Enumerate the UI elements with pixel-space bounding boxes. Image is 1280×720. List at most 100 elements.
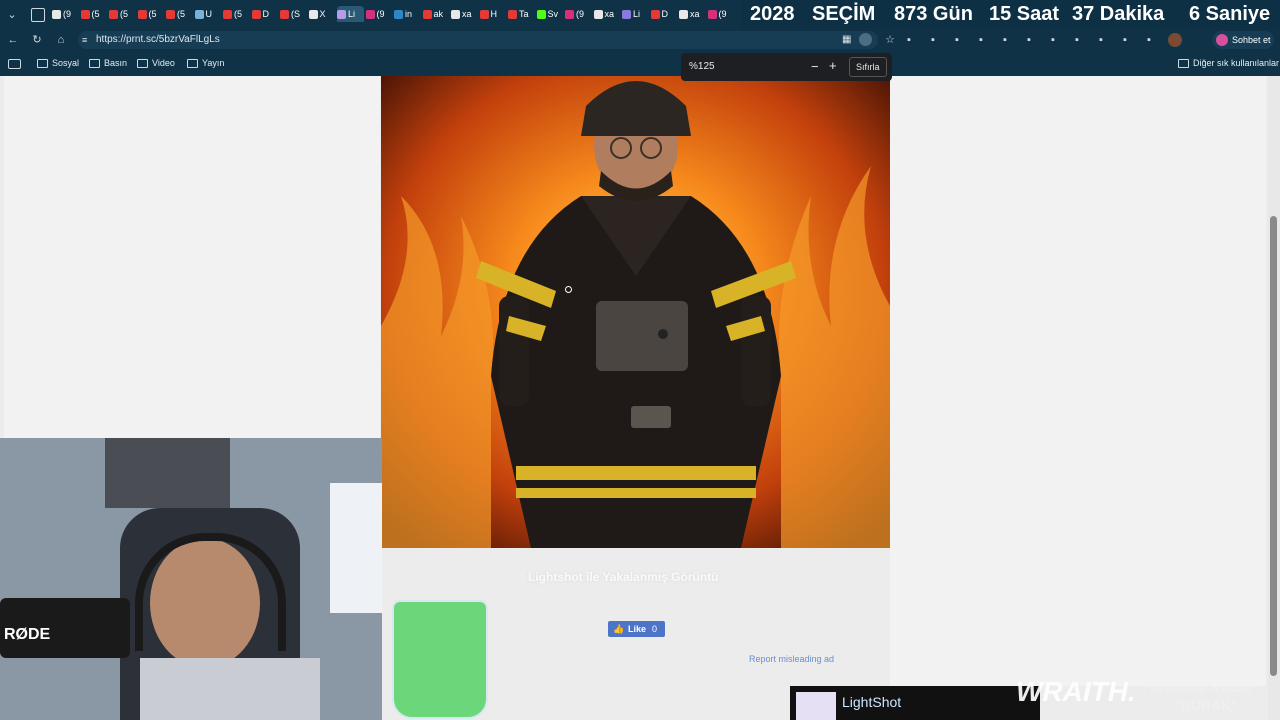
workspaces-icon[interactable] [31, 8, 45, 22]
browser-tab[interactable]: Li [337, 6, 364, 22]
browser-tab[interactable]: D [251, 6, 279, 22]
browser-tab[interactable]: Li [622, 6, 649, 22]
bookmark-yayin[interactable]: Yayın [187, 51, 224, 76]
kick-icon [536, 10, 546, 20]
countdown-minutes: 37 Dakika [1072, 3, 1165, 25]
browser-tab[interactable]: (5 [166, 6, 193, 22]
x-icon [308, 10, 318, 20]
browser-tab[interactable]: (5 [109, 6, 136, 22]
browser-tab[interactable]: (9 [52, 6, 79, 22]
browser-tab[interactable]: H [479, 6, 507, 22]
bookmark-basin[interactable]: Basın [89, 51, 127, 76]
tab-actions-button[interactable]: ⌄ [5, 8, 19, 22]
browser-tab[interactable]: (9 [707, 6, 735, 22]
mic-brand-label: RØDE [4, 626, 51, 643]
bookmark-video[interactable]: Video [137, 51, 175, 76]
extension-4-icon[interactable]: ▪ [974, 33, 988, 47]
browser-tab[interactable]: xa [451, 6, 478, 22]
copilot-icon [1216, 34, 1228, 46]
address-bar[interactable]: ≡ https://prnt.sc/5bzrVaFlLgLs ▦ [78, 31, 878, 49]
browser-tab[interactable]: (5 [223, 6, 250, 22]
youtube-icon [280, 10, 289, 20]
youtube-icon [166, 10, 175, 20]
tab-label: H [490, 9, 498, 19]
site-info-icon[interactable]: ≡ [82, 31, 87, 49]
browser-tab[interactable]: in [394, 6, 421, 22]
browser-tab[interactable]: X [308, 6, 336, 22]
browser-tab[interactable]: Ta [508, 6, 535, 22]
pen-icon [622, 10, 631, 20]
lightshot-label: LightShot [842, 694, 902, 710]
screenshot-image [381, 76, 890, 548]
profile-avatar[interactable] [1168, 33, 1182, 47]
zoom-indicator-icon[interactable] [859, 33, 872, 46]
folder-icon [137, 59, 148, 69]
report-ad-link[interactable]: Report misleading ad [749, 654, 834, 664]
bookmark-label: Video [152, 58, 175, 68]
lightshot-banner[interactable]: LightShot [790, 686, 1040, 720]
extensions-puzzle-icon[interactable]: ▪ [1070, 33, 1084, 47]
tab-label: U [205, 9, 213, 19]
bookmark-label: Basın [104, 58, 128, 68]
ad-container-icon [392, 600, 488, 719]
browser-tab[interactable]: (5 [137, 6, 165, 22]
thumbs-up-icon: 👍 [613, 624, 625, 634]
other-bookmarks[interactable]: Diğer sık kullanılanlar [1178, 51, 1279, 76]
lightshot-footer-area: Lightshot ile Yakalanmış Görüntü 👍 Like … [382, 548, 1040, 720]
collections-icon[interactable]: ▪ [1118, 33, 1132, 47]
x-icon [451, 10, 460, 20]
favorite-star-icon[interactable]: ☆ [883, 33, 897, 47]
tab-label: X [319, 9, 326, 19]
zoom-reset-button[interactable]: Sıfırla [849, 57, 887, 77]
browser-tab[interactable]: (9 [365, 6, 393, 22]
copilot-button[interactable]: Sohbet et [1212, 31, 1274, 49]
streamer-shirt [140, 658, 320, 720]
zoom-popup: %125 − + Sıfırla [681, 53, 892, 81]
tab-label: Sv [547, 9, 559, 19]
browser-tab[interactable]: D [650, 6, 678, 22]
tab-label: (5 [234, 9, 243, 19]
split-view-icon[interactable]: ▪ [1046, 33, 1060, 47]
x-icon [52, 10, 61, 20]
extension-3-icon[interactable]: ▪ [950, 33, 964, 47]
countdown-hours: 15 Saat [989, 3, 1060, 25]
extension-2-icon[interactable]: ▪ [926, 33, 940, 47]
scrollbar-thumb[interactable] [1270, 216, 1277, 676]
favorites-icon[interactable]: ▪ [1094, 33, 1108, 47]
youtube-icon [422, 10, 432, 20]
tab-label: (9 [376, 9, 385, 19]
page-background-left [4, 76, 380, 438]
facebook-like-button[interactable]: 👍 Like 0 [608, 621, 665, 637]
reload-icon[interactable]: ↻ [30, 33, 44, 47]
tab-label: D [661, 9, 669, 19]
browser-essentials-icon[interactable]: ▪ [1142, 33, 1156, 47]
x-icon [593, 10, 603, 20]
tab-label: Li [348, 9, 356, 19]
reading-view-icon[interactable] [8, 59, 21, 69]
browser-tab[interactable]: Sv [536, 6, 564, 22]
browser-tab[interactable]: (5 [80, 6, 108, 22]
bookmarks-bar: Sosyal Basın Video Yayın Diğer sık kulla… [0, 51, 1280, 76]
folder-icon [37, 59, 48, 69]
browser-tab[interactable]: xa [593, 6, 621, 22]
extension-1-icon[interactable]: ▪ [902, 33, 916, 47]
browser-tab[interactable]: ak [422, 6, 450, 22]
back-icon[interactable]: ← [6, 33, 20, 47]
tab-label: (5 [120, 9, 129, 19]
extension-5-icon[interactable]: ▪ [998, 33, 1012, 47]
browser-tab[interactable]: (9 [565, 6, 592, 22]
zoom-in-button[interactable]: + [829, 58, 837, 73]
browser-tab[interactable]: xa [679, 6, 706, 22]
youtube-icon [251, 10, 261, 20]
zoom-out-button[interactable]: − [811, 59, 819, 74]
browser-tab[interactable]: (S [280, 6, 307, 22]
bookmark-sosyal[interactable]: Sosyal [37, 51, 79, 76]
browser-tab[interactable]: U [194, 6, 222, 22]
refresh-extension-icon[interactable]: ▪ [1022, 33, 1036, 47]
countdown-year: 2028 [750, 3, 795, 25]
tab-label: (5 [177, 9, 186, 19]
sponsor-overlay: WRAITH. İNDİRİM KODU "BURAK" [1010, 674, 1280, 720]
page-scrollbar[interactable] [1268, 76, 1280, 720]
split-screen-icon[interactable]: ▦ [842, 31, 851, 49]
home-icon[interactable]: ⌂ [54, 33, 68, 47]
